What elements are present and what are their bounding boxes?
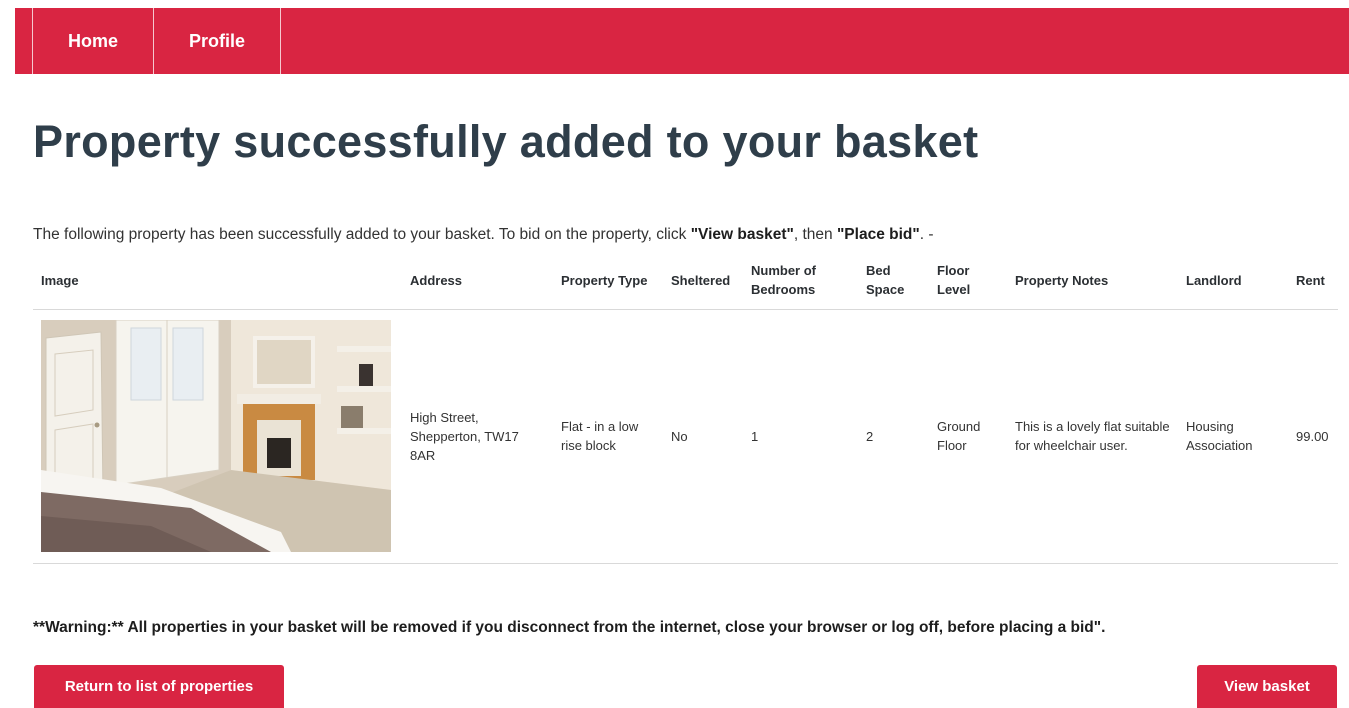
- cell-address: High Street, Shepperton, TW17 8AR: [402, 309, 553, 564]
- intro-text-before: The following property has been successf…: [33, 226, 691, 243]
- header-image: Image: [33, 252, 402, 310]
- header-landlord: Landlord: [1178, 252, 1288, 310]
- header-sheltered: Sheltered: [663, 252, 743, 310]
- basket-property-table: Image Address Property Type Sheltered Nu…: [33, 252, 1338, 564]
- header-floor-level: Floor Level: [929, 252, 1007, 310]
- header-bed-space: Bed Space: [858, 252, 929, 310]
- page-title: Property successfully added to your bask…: [33, 116, 979, 167]
- intro-text-middle: , then: [793, 226, 837, 243]
- header-property-type: Property Type: [553, 252, 663, 310]
- table-header-row: Image Address Property Type Sheltered Nu…: [33, 252, 1338, 310]
- intro-view-basket: "View basket": [690, 226, 794, 243]
- cell-floor-level: Ground Floor: [929, 309, 1007, 564]
- intro-place-bid: "Place bid": [836, 226, 920, 243]
- cell-rent: 99.00: [1288, 309, 1338, 564]
- top-navbar: Home Profile: [15, 8, 1349, 74]
- return-to-properties-button[interactable]: Return to list of properties: [34, 665, 284, 708]
- table-row: High Street, Shepperton, TW17 8AR Flat -…: [33, 309, 1338, 564]
- cell-bed-space: 2: [858, 309, 929, 564]
- header-bedrooms: Number of Bedrooms: [743, 252, 858, 310]
- view-basket-button[interactable]: View basket: [1197, 665, 1337, 708]
- cell-property-type: Flat - in a low rise block: [553, 309, 663, 564]
- cell-property-notes: This is a lovely flat suitable for wheel…: [1007, 309, 1178, 564]
- cell-bedrooms: 1: [743, 309, 858, 564]
- intro-text-after: . -: [919, 226, 934, 243]
- cell-image: [33, 309, 402, 564]
- cell-sheltered: No: [663, 309, 743, 564]
- intro-text: The following property has been successf…: [33, 226, 934, 244]
- header-address: Address: [402, 252, 553, 310]
- nav-profile-link[interactable]: Profile: [153, 8, 281, 74]
- header-property-notes: Property Notes: [1007, 252, 1178, 310]
- bedroom-photo: [41, 320, 391, 552]
- nav-home-link[interactable]: Home: [32, 8, 153, 74]
- header-rent: Rent: [1288, 252, 1338, 310]
- cell-landlord: Housing Association: [1178, 309, 1288, 564]
- basket-warning: **Warning:** All properties in your bask…: [33, 619, 1106, 636]
